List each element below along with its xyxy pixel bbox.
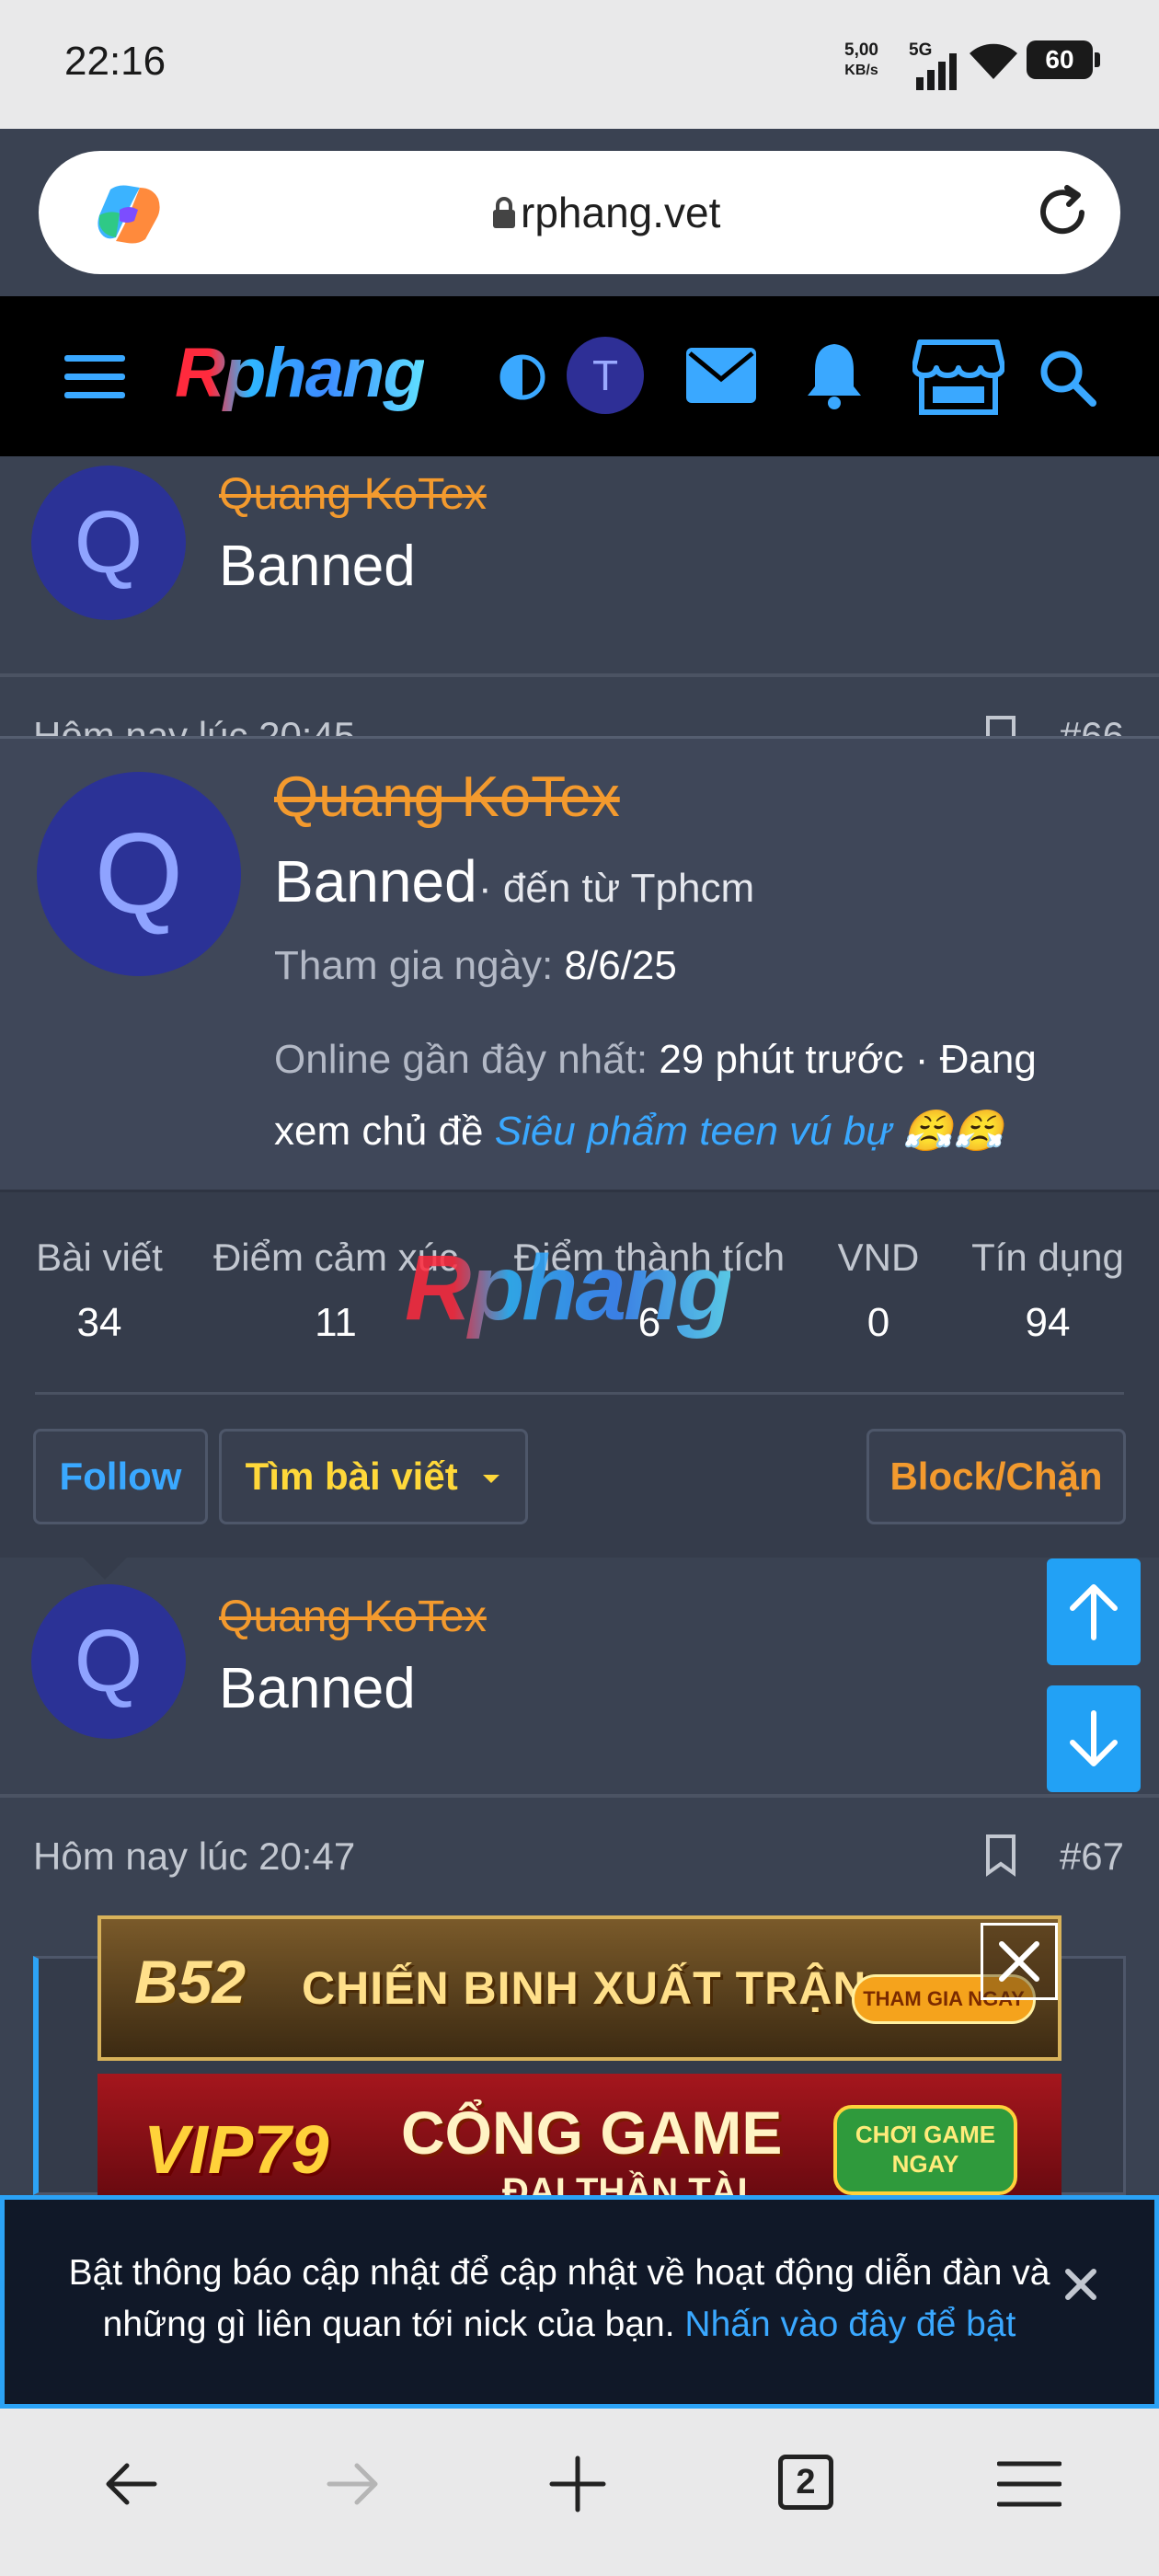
menu-icon[interactable] [64,355,125,399]
battery-indicator: 60 [1027,40,1100,79]
ad-cta-line1: CHƠI GAME [855,2121,996,2148]
divider [35,1392,1124,1395]
stat-value: 34 [76,1300,122,1345]
ad-cta-line2: NGAY [891,2150,959,2178]
clock: 22:16 [64,39,166,84]
ad-close-button[interactable] [981,1923,1058,2000]
user-location: · đến từ Tphcm [478,866,755,911]
url-text[interactable]: rphang.vet [521,188,720,237]
status-bar: 22:16 5,00 KB/s 5G 60 [0,0,1159,129]
close-icon [999,1941,1039,1982]
signal-icon [916,53,957,90]
stat-vnd[interactable]: VND 0 [828,1236,929,1346]
bookmark-icon[interactable] [982,1833,1019,1877]
user-avatar[interactable]: T [567,337,644,414]
arrow-down-icon [1070,1710,1118,1766]
forward-icon[interactable] [324,2458,383,2510]
stat-label: VND [837,1236,920,1279]
ad-subline: ĐẠI THẦN TÀI [502,2171,748,2195]
scroll-down-button[interactable] [1047,1685,1141,1792]
joined-date: Tham gia ngày: 8/6/25 [274,943,677,989]
site-watermark: Rphang [405,1236,733,1340]
back-icon[interactable] [101,2458,160,2510]
stat-credit[interactable]: Tín dụng 94 [970,1236,1126,1346]
address-bar[interactable]: rphang.vet [39,151,1120,274]
block-button[interactable]: Block/Chặn [866,1429,1126,1524]
user-title: Banned [219,535,416,598]
enable-notifications-link[interactable]: Nhấn vào đây để bật [684,2305,1016,2344]
stat-label: Bài viết [36,1236,163,1279]
ad-headline: CỔNG GAME [401,2099,783,2167]
tooltip-arrow [77,1552,132,1580]
avatar[interactable]: Q [31,466,186,620]
ad-brand: B52 [134,1948,247,2016]
avatar[interactable]: Q [31,1584,186,1739]
user-title: Banned [274,848,477,914]
avatar[interactable]: Q [37,772,241,976]
username[interactable]: Quang KoTex [219,469,487,520]
mail-icon[interactable] [686,348,756,403]
user-title: Banned [219,1657,416,1720]
push-notice-banner: Bật thông báo cập nhật để cập nhật về ho… [0,2195,1159,2409]
post-user-header: Q Quang KoTex Banned [0,456,1159,677]
wifi-icon [970,43,1017,79]
joined-value: 8/6/25 [564,943,677,988]
ad-banner-b52[interactable]: B52 CHIẾN BINH XUẤT TRẬN THAM GIA NGAY [98,1915,1061,2061]
net-speed-value: 5,00 [844,40,878,60]
last-seen: Online gần đây nhất: 29 phút trước · Đan… [274,1024,1102,1167]
caret-down-icon [483,1474,500,1483]
member-tooltip-card: Q Quang KoTex Banned · đến từ Tphcm Tham… [0,736,1159,1580]
find-posts-label: Tìm bài viết [245,1455,458,1498]
net-speed: 5,00 KB/s [844,40,878,81]
notice-message: Bật thông báo cập nhật để cập nhật về ho… [58,2248,1061,2351]
ad-cta[interactable]: CHƠI GAME NGAY [833,2105,1017,2195]
username[interactable]: Quang KoTex [219,1592,487,1642]
site-logo[interactable]: Rphang [175,333,426,413]
reload-icon[interactable] [1032,182,1093,243]
copilot-logo-icon[interactable] [92,182,166,247]
post-user-header: Q Quang KoTex Banned [0,1557,1159,1777]
follow-button[interactable]: Follow [33,1429,208,1524]
theme-toggle-icon[interactable] [499,353,546,401]
ad-brand: VIP79 [143,2111,329,2188]
tab-switcher-button[interactable]: 2 [778,2455,833,2510]
scroll-up-button[interactable] [1047,1558,1141,1665]
online-label: Online gần đây nhất: [274,1037,648,1082]
joined-label: Tham gia ngày: [274,943,554,988]
ad-banner-vip79[interactable]: VIP79 CỔNG GAME ĐẠI THẦN TÀI CHƠI GAME N… [98,2074,1061,2195]
post-time[interactable]: Hôm nay lúc 20:47 [33,1834,355,1879]
search-icon[interactable] [1038,348,1096,407]
new-tab-icon[interactable] [548,2455,607,2513]
site-header: Rphang T [0,296,1159,456]
store-icon[interactable] [912,339,1004,416]
stat-label: Tín dụng [971,1236,1124,1279]
divider [0,673,1159,677]
bell-icon[interactable] [804,340,865,410]
arrow-up-icon [1070,1584,1118,1640]
browser-bottom-bar: 2 [0,2409,1159,2576]
menu-icon[interactable] [997,2458,1061,2510]
post-number[interactable]: #67 [1060,1834,1124,1879]
stat-value: 0 [866,1300,890,1345]
stat-value: 94 [1025,1300,1071,1345]
net-speed-unit: KB/s [844,63,878,78]
ad-headline: CHIẾN BINH XUẤT TRẬN [302,1962,867,2014]
username[interactable]: Quang KoTex [274,765,620,830]
find-posts-button[interactable]: Tìm bài viết [219,1429,528,1524]
close-icon[interactable] [1062,2266,1099,2303]
stat-posts[interactable]: Bài viết 34 [35,1236,164,1346]
lock-icon [493,197,515,228]
divider [0,1794,1159,1798]
online-value: 29 phút trước [659,1037,904,1082]
thread-link[interactable]: Siêu phẩm teen vú bự 😤😤 [495,1109,1004,1154]
